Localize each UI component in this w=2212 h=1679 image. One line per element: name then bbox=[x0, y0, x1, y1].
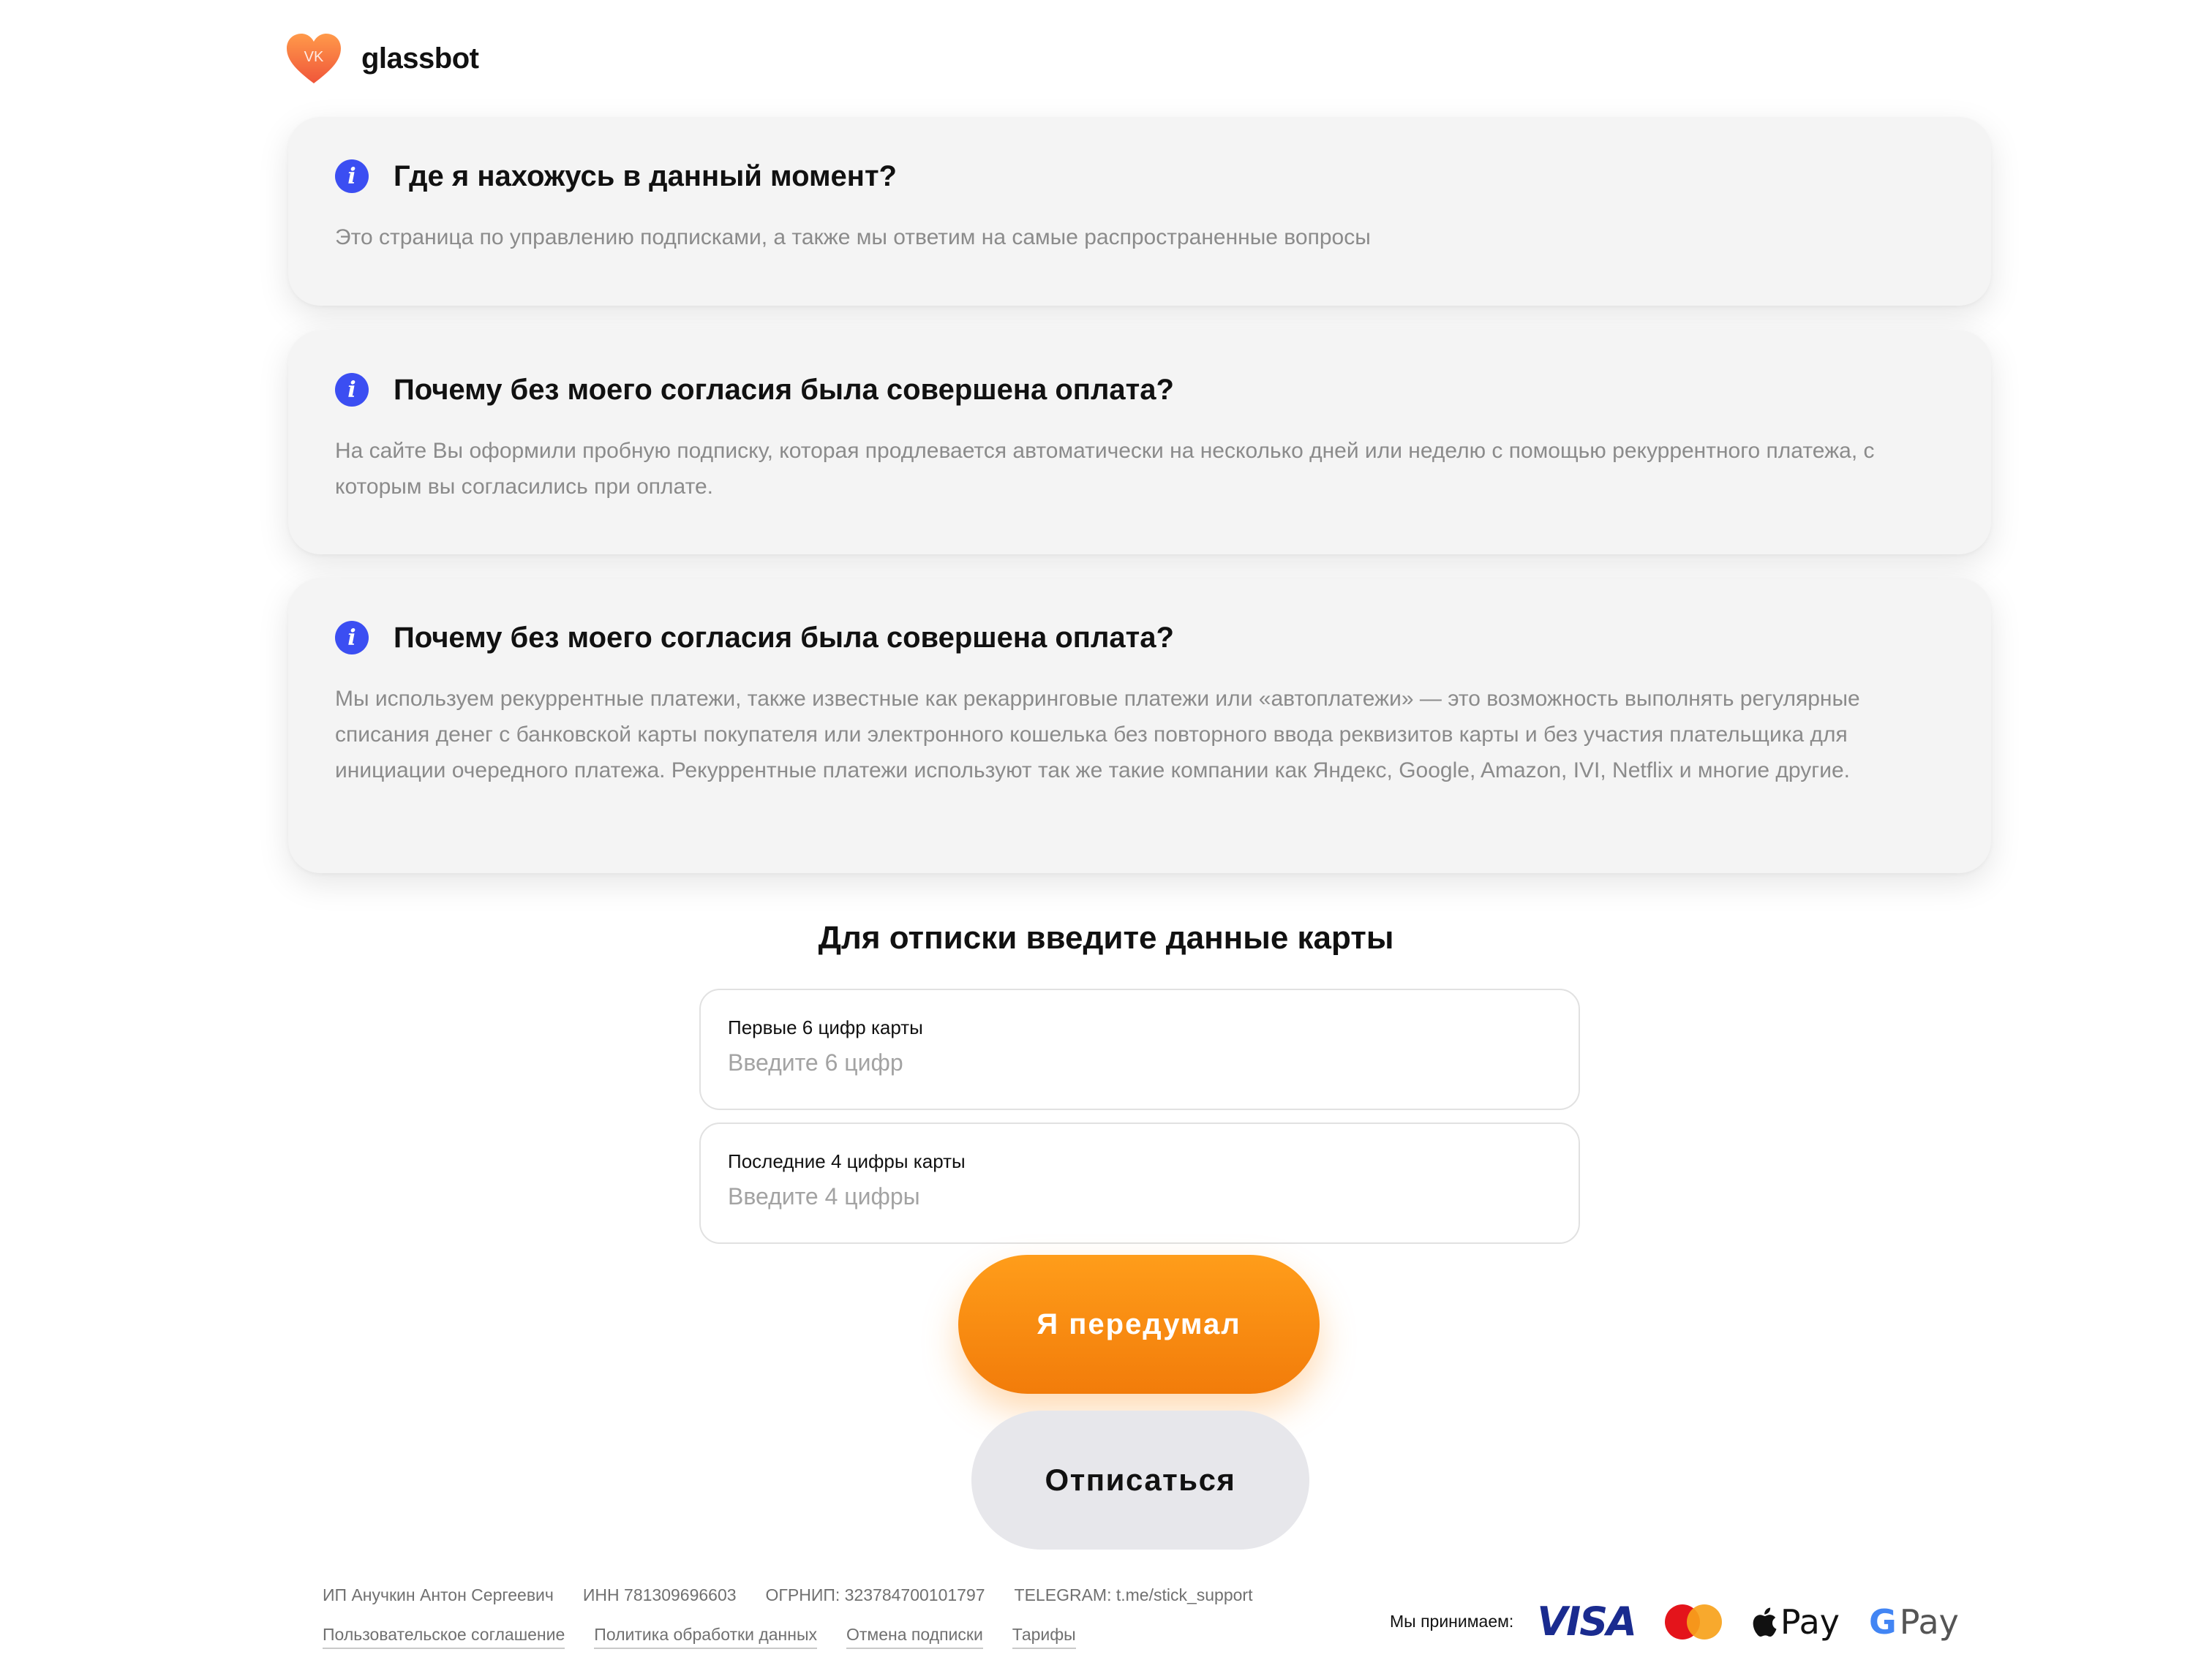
faq-card: i Почему без моего согласия была соверше… bbox=[288, 578, 1991, 873]
google-pay-text: Pay bbox=[1899, 1601, 1959, 1642]
mastercard-logo bbox=[1664, 1604, 1722, 1640]
first-digits-field[interactable]: Первые 6 цифр карты bbox=[699, 989, 1580, 1110]
first-digits-label: Первые 6 цифр карты bbox=[728, 1016, 923, 1038]
apple-pay-logo: Pay bbox=[1751, 1602, 1840, 1642]
unsubscribe-button[interactable]: Отписаться bbox=[971, 1411, 1309, 1550]
info-icon: i bbox=[335, 373, 369, 407]
user-agreement-link[interactable]: Пользовательское соглашение bbox=[323, 1625, 565, 1649]
footer-info: ИП Анучкин Антон Сергеевич ИНН 781309696… bbox=[323, 1585, 1282, 1605]
form-title: Для отписки введите данные карты bbox=[818, 920, 1394, 956]
google-pay-logo: G Pay bbox=[1869, 1602, 1959, 1642]
accept-label: Мы принимаем: bbox=[1390, 1612, 1514, 1631]
last-digits-input[interactable] bbox=[728, 1183, 1551, 1210]
logo-badge: VK bbox=[304, 49, 324, 65]
apple-pay-text: Pay bbox=[1780, 1601, 1840, 1642]
changed-mind-button[interactable]: Я передумал bbox=[958, 1255, 1320, 1394]
apple-icon bbox=[1753, 1607, 1777, 1637]
faq-text: Это страница по управлению подписками, а… bbox=[335, 225, 1371, 249]
cancel-subscription-link[interactable]: Отмена подписки bbox=[846, 1625, 983, 1649]
tariffs-link[interactable]: Тарифы bbox=[1012, 1625, 1076, 1649]
last-digits-label: Последние 4 цифры карты bbox=[728, 1150, 966, 1172]
logo[interactable]: VK glassbot bbox=[285, 32, 479, 85]
faq-card: i Почему без моего согласия была соверше… bbox=[288, 331, 1991, 554]
info-icon: i bbox=[335, 621, 369, 654]
footer-links: Пользовательское соглашение Политика обр… bbox=[323, 1625, 1105, 1649]
faq-text: На сайте Вы оформили пробную подписку, к… bbox=[335, 439, 1875, 499]
last-digits-field[interactable]: Последние 4 цифры карты bbox=[699, 1123, 1580, 1244]
faq-title: Где я нахожусь в данный момент? bbox=[394, 159, 897, 192]
inn: ИНН 781309696603 bbox=[582, 1585, 737, 1604]
brand-name: glassbot bbox=[361, 42, 479, 75]
faq-card: i Где я нахожусь в данный момент? Это ст… bbox=[288, 117, 1991, 306]
company-name: ИП Анучкин Антон Сергеевич bbox=[323, 1585, 554, 1604]
payment-methods: Мы принимаем: VISA Pay G Pay bbox=[1390, 1599, 1988, 1645]
first-digits-input[interactable] bbox=[728, 1049, 1551, 1076]
telegram-contact: TELEGRAM: t.me/stick_support bbox=[1014, 1585, 1253, 1604]
page: VK glassbot i Где я нахожусь в данный мо… bbox=[0, 0, 2212, 1679]
faq-title: Почему без моего согласия была совершена… bbox=[394, 621, 1174, 654]
google-g-icon: G bbox=[1869, 1601, 1897, 1642]
info-icon: i bbox=[335, 159, 369, 193]
faq-text: Мы используем рекуррентные платежи, такж… bbox=[335, 687, 1860, 782]
faq-title: Почему без моего согласия была совершена… bbox=[394, 373, 1174, 406]
heart-logo-icon: VK bbox=[287, 34, 341, 83]
ogrnip: ОГРНИП: 323784700101797 bbox=[765, 1585, 985, 1604]
privacy-policy-link[interactable]: Политика обработки данных bbox=[594, 1625, 817, 1649]
visa-logo: VISA bbox=[1537, 1599, 1637, 1645]
